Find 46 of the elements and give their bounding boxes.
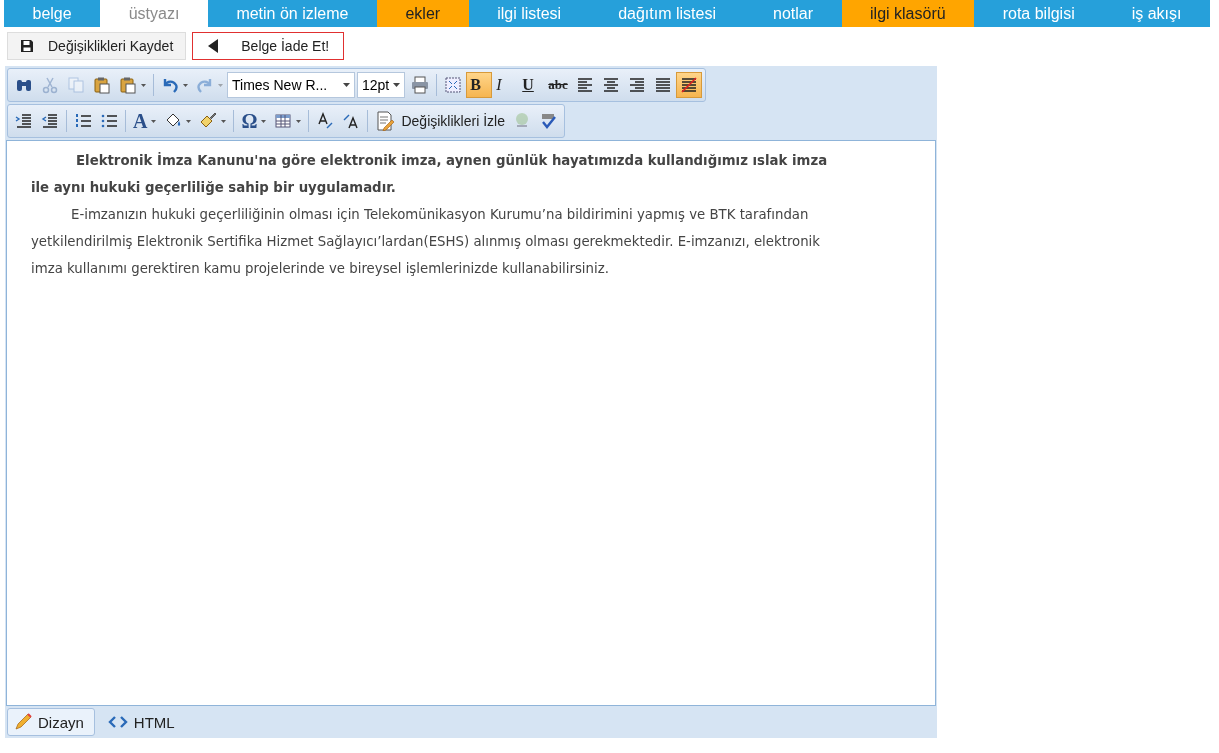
pencil-icon	[14, 713, 32, 731]
justify-icon	[653, 76, 672, 94]
strikethrough-button[interactable]: abc	[544, 72, 572, 98]
bullet-list-icon	[100, 112, 118, 130]
caret-icon	[393, 83, 401, 87]
printer-icon	[411, 76, 430, 94]
save-button[interactable]: Değişiklikleri Kaydet	[7, 32, 187, 60]
brush-icon	[199, 112, 218, 130]
html-tab[interactable]: HTML	[100, 708, 186, 736]
bold-button[interactable]: B	[466, 72, 493, 98]
redo-icon	[196, 76, 214, 94]
paragraph: Elektronik İmza Kanunu'na göre elektronik imza, aynen günlük hayatımızda kullandığımız ıslak imza ile aynı hukuki geçerliliğe sahip bir uygulamadır.	[31, 151, 829, 197]
return-button[interactable]: Belge İade Et!	[192, 32, 345, 60]
clipboard-icon	[93, 76, 111, 94]
align-left-icon	[575, 76, 594, 94]
outdent-icon	[41, 112, 59, 130]
indent-icon	[15, 112, 33, 130]
document-pencil-icon	[375, 111, 396, 131]
text-direction-icon	[342, 112, 361, 130]
undo-icon	[161, 76, 179, 94]
document-area[interactable]	[6, 140, 936, 706]
toolbar-button[interactable]	[675, 72, 702, 98]
select-all-icon	[444, 76, 463, 94]
code-brackets-icon	[107, 715, 128, 729]
track-changes-button[interactable]: Değişiklikleri İzle	[371, 108, 509, 134]
caret-icon	[343, 83, 350, 87]
font-select[interactable]: Times New R...	[227, 72, 355, 98]
text-direction-icon	[316, 112, 335, 130]
align-right-icon	[627, 76, 646, 94]
tab[interactable]: ekler	[376, 0, 469, 27]
font-color-button[interactable]: A	[129, 108, 161, 134]
italic-button[interactable]: I	[492, 72, 519, 98]
strikethrough-lines-icon	[679, 76, 698, 94]
scissors-icon	[41, 76, 59, 94]
copy-icon	[67, 76, 85, 94]
design-tab[interactable]: Dizayn	[7, 708, 95, 736]
symbol-button[interactable]: Ω	[237, 108, 271, 134]
clipboard-icon	[119, 76, 137, 94]
align-center-icon	[601, 76, 620, 94]
underline-button[interactable]: U	[518, 72, 545, 98]
triangle-left-icon	[207, 38, 220, 54]
numbered-list-icon	[74, 112, 92, 130]
size-select[interactable]: 12pt	[357, 72, 406, 98]
tab[interactable]: ilgi klasörü	[841, 0, 975, 27]
paragraph: E-imzanızın hukuki geçerliliğinin olması için Telekomünikasyon Kurumu’na bildirimini yapmış ve BTK tarafından yetkilendirilmiş Elektronik Sertifika Hizmet Sağlayıcı’lardan(ESHS) alınmış olması gerekmektedir. E-imzanızı, elektronik imza kullanımı gerektiren kamu projelerinde ve bireysel işlemlerinizde kullanabilirsiniz.	[31, 206, 821, 278]
table-icon	[274, 112, 293, 130]
